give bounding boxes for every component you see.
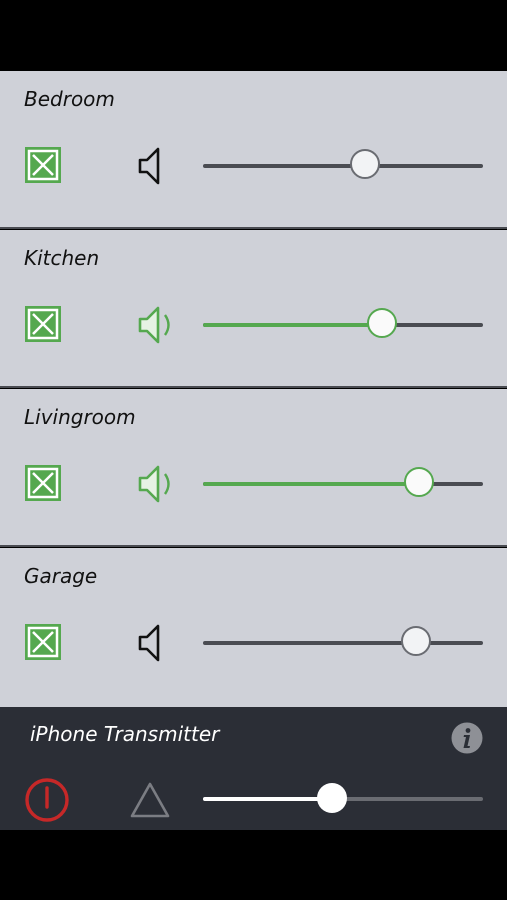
slider-track [203, 641, 483, 645]
slider-knob[interactable] [367, 308, 398, 338]
volume-slider[interactable] [203, 467, 483, 497]
warning-triangle-icon [129, 781, 171, 819]
zone-row-bedroom: Bedroom [0, 71, 507, 229]
speaker-box-icon[interactable] [25, 624, 61, 660]
info-icon[interactable] [451, 722, 483, 754]
zone-row-kitchen: Kitchen [0, 230, 507, 388]
slider-knob[interactable] [316, 783, 347, 813]
zone-row-garage: Garage [0, 548, 507, 707]
transmitter-volume-slider[interactable] [203, 783, 483, 813]
zone-name: Kitchen [24, 246, 100, 270]
zone-name: Livingroom [24, 405, 136, 429]
volume-slider[interactable] [203, 149, 483, 179]
speaker-box-icon[interactable] [25, 147, 61, 183]
slider-knob[interactable] [403, 467, 434, 497]
slider-knob[interactable] [400, 626, 431, 656]
volume-slider[interactable] [203, 308, 483, 338]
slider-fill [203, 482, 419, 486]
transmitter-panel: iPhone Transmitter [0, 707, 507, 830]
slider-track [203, 164, 483, 168]
slider-fill [203, 797, 332, 801]
slider-fill [203, 323, 383, 327]
speaker-box-icon[interactable] [25, 465, 61, 501]
volume-slider[interactable] [203, 626, 483, 656]
speaker-muted-icon[interactable] [134, 144, 178, 188]
power-icon[interactable] [24, 777, 70, 823]
slider-knob[interactable] [350, 149, 381, 179]
zone-row-livingroom: Livingroom [0, 389, 507, 547]
bottom-letterbox [0, 830, 507, 900]
transmitter-name: iPhone Transmitter [30, 722, 220, 746]
zone-name: Bedroom [24, 87, 115, 111]
speaker-active-icon[interactable] [134, 303, 178, 347]
speaker-box-icon[interactable] [25, 306, 61, 342]
speaker-muted-icon[interactable] [134, 621, 178, 665]
speaker-active-icon[interactable] [134, 462, 178, 506]
top-letterbox [0, 0, 507, 71]
zone-name: Garage [24, 564, 98, 588]
